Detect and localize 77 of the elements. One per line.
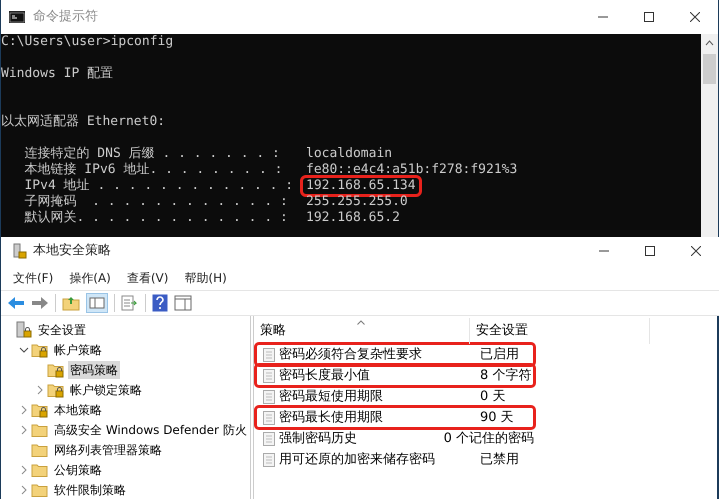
window-title: 本地安全策略 [33,242,111,260]
chevron-right-icon[interactable] [21,485,27,495]
policy-row[interactable]: 密码最短使用期限 0 天 [256,386,534,407]
policy-name: 密码必须符合复杂性要求 [278,346,423,364]
console-icon [9,11,25,23]
tree-item[interactable]: 公钥策略 [52,461,104,479]
maximize-icon[interactable] [644,12,654,22]
scrollbar-thumb[interactable] [703,54,716,84]
window-title: 命令提示符 [33,8,98,26]
policy-row[interactable]: 用可还原的加密来储存密码 已禁用 [256,449,534,470]
policy-row[interactable]: 密码必须符合复杂性要求 已启用 [256,344,534,365]
menu-item[interactable]: 文件(F) [13,268,54,286]
policy-setting: 0 天 [480,388,506,406]
maximize-icon[interactable] [645,246,655,256]
chevron-right-icon[interactable] [37,385,43,395]
close-icon[interactable] [691,246,701,256]
tree-item[interactable]: 安全设置 [36,321,88,339]
policy-setting: 已启用 [480,346,519,364]
column-header[interactable]: 安全设置 [470,318,650,344]
chevron-right-icon[interactable] [21,405,27,415]
console-label: 默认网关. . . . . . . . . . . . . : [23,210,289,226]
chevron-right-icon[interactable] [21,425,27,435]
document-icon [262,452,276,468]
chevron-right-icon[interactable] [21,465,27,475]
menu-item[interactable]: 帮助(H) [184,268,227,286]
sort-caret-icon [357,320,365,325]
panel-toggle-icon[interactable] [86,293,108,313]
tree-item[interactable]: 帐户策略 [52,341,104,359]
console-value: localdomain [305,146,394,162]
policy-setting: 0 个记住的密码 [444,430,534,448]
console-label: 子网掩码 . . . . . . . . . . . . : [23,194,289,210]
console-label: 连接特定的 DNS 后缀 . . . . . . . : [23,146,281,162]
back-arrow-icon[interactable] [7,296,25,310]
console-value: 192.168.65.134 [303,178,419,194]
console-value: 255.255.255.0 [305,194,409,210]
policy-name: 用可还原的加密来储存密码 [278,450,436,469]
policy-setting: 90 天 [480,408,514,427]
close-icon[interactable] [690,12,700,22]
column-header[interactable]: 策略 [254,318,470,344]
tree-item[interactable]: 高级安全 Windows Defender 防火 [52,421,249,439]
tree-item[interactable]: 本地策略 [52,401,104,419]
policy-setting: 8 个字符 [480,366,532,385]
document-icon [262,388,276,404]
policy-row[interactable]: 密码长度最小值 8 个字符 [256,365,534,386]
export-list-icon[interactable] [121,295,139,311]
policy-icon [13,243,27,259]
console-label: IPv4 地址 . . . . . . . . . . . . : [23,178,294,194]
tree-item[interactable]: 密码策略 [68,361,120,379]
forward-arrow-icon[interactable] [31,296,49,310]
policy-row[interactable]: 密码最长使用期限 90 天 [256,407,534,428]
console-text: 以太网适配器 Ethernet0: [1,114,166,130]
menu-item[interactable]: 操作(A) [69,268,111,286]
policy-name: 密码最短使用期限 [278,388,384,406]
menu-item[interactable]: 查看(V) [126,268,168,286]
policy-name: 强制密码历史 [278,430,358,448]
panel-view-icon[interactable] [174,295,192,311]
help-icon[interactable] [152,294,168,312]
policy-name: 密码长度最小值 [278,366,371,385]
tree-item[interactable]: 帐户锁定策略 [68,381,144,399]
document-icon [262,410,276,426]
document-icon [262,430,276,446]
document-icon [262,368,276,384]
chevron-down-icon[interactable] [19,347,29,353]
tree-item[interactable]: 软件限制策略 [52,481,128,499]
policy-name: 密码最长使用期限 [278,408,384,427]
folder-up-icon[interactable] [62,295,80,311]
policy-row[interactable]: 强制密码历史 0 个记住的密码 [256,428,534,449]
scrollbar[interactable] [701,34,718,237]
tree-item[interactable]: 网络列表管理器策略 [52,441,164,459]
console-value: 192.168.65.2 [305,210,401,226]
console-text: Windows IP 配置 [1,66,114,82]
scroll-up-icon[interactable] [705,40,714,46]
console-label: 本地链接 IPv6 地址. . . . . . . . : [23,162,284,178]
policy-setting: 已禁用 [480,450,519,469]
console-text: C:\Users\user>ipconfig [1,34,174,50]
console-value: fe80::e4c4:a51b:f278:f921%3 [305,162,518,178]
document-icon [262,346,276,362]
